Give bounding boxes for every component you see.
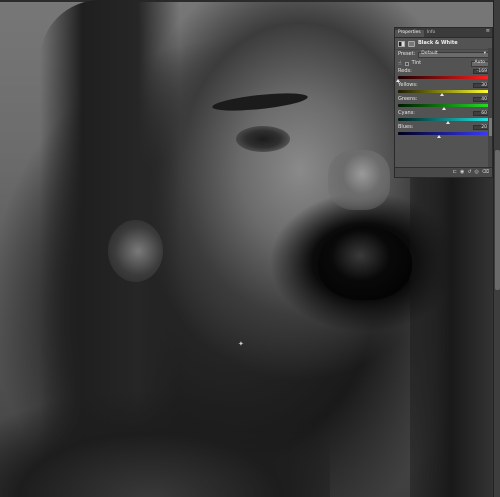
nose	[328, 150, 390, 210]
slider-header: Reds: -169	[398, 68, 489, 75]
slider-track-reds[interactable]	[396, 76, 489, 82]
panel-scroll-thumb[interactable]	[488, 118, 492, 136]
lips	[318, 226, 412, 300]
ear	[108, 220, 163, 282]
tint-checkbox[interactable]	[404, 61, 409, 66]
slider-reds: Reds: -169	[395, 68, 492, 82]
clip-to-layer-icon[interactable]: ⊏	[453, 170, 457, 175]
slider-thumb-blues[interactable]	[436, 135, 441, 138]
preset-row: Preset: Default ▾	[395, 50, 492, 59]
chevron-down-icon: ▾	[483, 51, 486, 57]
tab-properties[interactable]: Properties	[395, 30, 424, 37]
tint-row: ☝ Tint Auto	[395, 59, 492, 68]
view-previous-state-icon[interactable]: ◉	[460, 170, 464, 175]
properties-panel: Properties Info ≡ Black & White Preset: …	[394, 27, 493, 178]
slider-cyans: Cyans: 60	[395, 110, 492, 124]
slider-track-blues[interactable]	[398, 132, 489, 138]
layer-mask-icon[interactable]	[408, 40, 415, 47]
slider-label-reds: Reds:	[398, 68, 412, 74]
slider-track-greens[interactable]	[398, 104, 489, 110]
panel-tab-bar: Properties Info ≡	[395, 28, 492, 38]
slider-value-cyans[interactable]: 60	[473, 110, 489, 117]
adjustment-title-row: Black & White	[395, 38, 492, 50]
eye	[236, 126, 290, 152]
slider-label-cyans: Cyans:	[398, 110, 415, 116]
black-white-adjustment-icon[interactable]	[398, 40, 405, 47]
slider-label-greens: Greens:	[398, 96, 418, 102]
panel-footer: ⊏ ◉ ↺ ◎ ⌫	[395, 167, 492, 177]
slider-value-yellows[interactable]: 30	[473, 82, 489, 89]
adjustment-title: Black & White	[418, 40, 458, 46]
slider-label-yellows: Yellows:	[398, 82, 418, 88]
auto-button[interactable]: Auto	[470, 60, 489, 67]
delete-icon[interactable]: ⌫	[482, 170, 489, 175]
slider-track-yellows[interactable]	[398, 90, 489, 96]
slider-header: Blues: 20	[398, 124, 489, 131]
preset-value: Default	[421, 51, 438, 57]
hair-right	[410, 150, 493, 497]
slider-header: Yellows: 30	[398, 82, 489, 89]
targeted-adjustment-hand-icon[interactable]: ☝	[398, 60, 402, 67]
slider-greens: Greens: 40	[395, 96, 492, 110]
visibility-icon[interactable]: ◎	[475, 170, 479, 175]
reset-icon[interactable]: ↺	[467, 170, 471, 175]
slider-header: Cyans: 60	[398, 110, 489, 117]
preset-dropdown[interactable]: Default ▾	[418, 51, 489, 58]
panel-menu-icon[interactable]: ≡	[486, 29, 490, 34]
shoulder	[0, 390, 330, 497]
eyebrow	[211, 90, 309, 114]
slider-track-cyans[interactable]	[398, 118, 489, 124]
slider-yellows: Yellows: 30	[395, 82, 492, 96]
panel-scrollbar[interactable]	[488, 48, 492, 168]
crosshair-cursor-icon: ✦	[238, 340, 244, 348]
slider-blues: Blues: 20	[395, 124, 492, 138]
slider-value-reds[interactable]: -169	[473, 68, 489, 75]
slider-header: Greens: 40	[398, 96, 489, 103]
canvas-scroll-thumb[interactable]	[495, 150, 500, 290]
slider-value-blues[interactable]: 20	[473, 124, 489, 131]
tab-info[interactable]: Info	[424, 30, 439, 37]
slider-label-blues: Blues:	[398, 124, 414, 130]
color-sliders: Reds: -169 Yellows: 30 Greens: 40 Cyans: 60 Blue…	[395, 68, 492, 138]
slider-value-greens[interactable]: 40	[473, 96, 489, 103]
tint-label: Tint	[411, 60, 422, 66]
preset-label: Preset:	[398, 51, 416, 57]
canvas-top-edge	[0, 0, 493, 2]
canvas-scrollbar[interactable]	[493, 0, 500, 497]
